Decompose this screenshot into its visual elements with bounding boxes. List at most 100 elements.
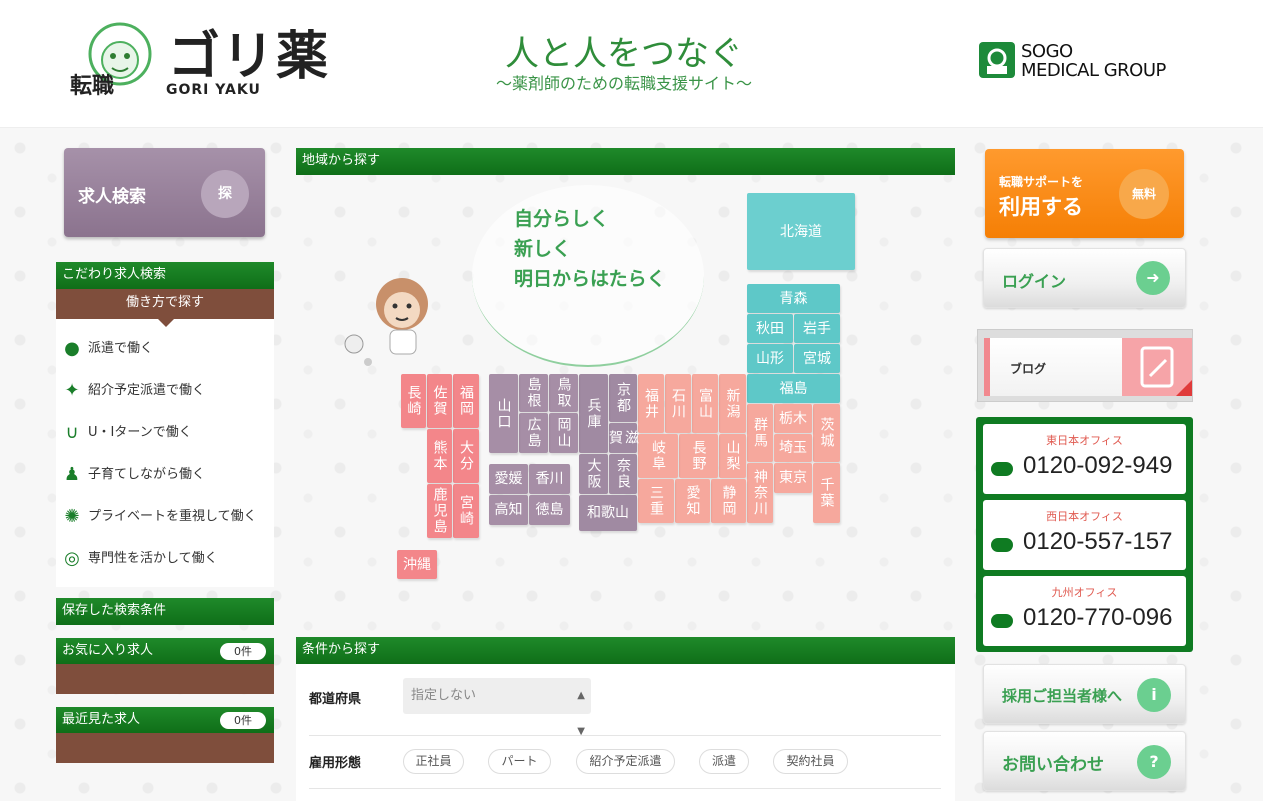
pref-niigata[interactable]: 新潟 — [719, 374, 746, 433]
person-icon: ● — [64, 338, 80, 359]
group-name[interactable]: SOGO MEDICAL GROUP — [1021, 42, 1166, 80]
login-icon: ➜ — [1136, 261, 1170, 295]
logo-badge: 転職 — [70, 73, 115, 99]
recent-panel[interactable]: 最近見た求人 0件 — [56, 707, 274, 763]
pref-tottori[interactable]: 鳥取 — [549, 374, 578, 412]
work-style-item[interactable]: ∪ U・Iターンで働く — [56, 412, 274, 454]
condition-search-header: 条件から探す — [296, 637, 955, 664]
pref-miyagi[interactable]: 宮城 — [794, 344, 840, 373]
pref-kagoshima[interactable]: 鹿児島 — [427, 484, 452, 538]
pref-shiga[interactable]: 滋賀 — [607, 423, 639, 453]
pref-kagawa[interactable]: 香川 — [529, 464, 570, 494]
office-phone-card[interactable]: 九州オフィス 0120-770-096 — [983, 576, 1186, 646]
pref-saitama[interactable]: 埼玉 — [774, 434, 812, 462]
pref-kumamoto[interactable]: 熊本 — [427, 429, 452, 483]
prefecture-select[interactable]: 指定しない ▲ ▼ — [403, 678, 591, 737]
pref-nara[interactable]: 奈良 — [609, 454, 637, 494]
pref-gifu[interactable]: 岐阜 — [638, 434, 678, 478]
pref-ibaraki[interactable]: 茨城 — [813, 404, 840, 462]
condition-search-body — [296, 664, 955, 801]
freedial-icon — [991, 538, 1013, 552]
blog-banner[interactable]: ブログ — [977, 329, 1193, 402]
pref-wakayama[interactable]: 和歌山 — [579, 495, 637, 531]
pref-yamagata[interactable]: 山形 — [747, 344, 793, 373]
saved-search-header[interactable]: 保存した検索条件 — [56, 598, 274, 625]
work-style-item[interactable]: ◎ 専門性を活かして働く — [56, 538, 274, 580]
pref-gunma[interactable]: 群馬 — [747, 404, 773, 462]
pref-shimane[interactable]: 島根 — [519, 374, 548, 412]
employment-chip[interactable]: 正社員 — [403, 749, 464, 774]
pref-aichi[interactable]: 愛知 — [675, 479, 710, 523]
pref-okinawa[interactable]: 沖縄 — [397, 550, 437, 579]
office-phone-card[interactable]: 東日本オフィス 0120-092-949 — [983, 424, 1186, 494]
pref-okayama[interactable]: 岡山 — [549, 413, 578, 453]
pref-fukushima[interactable]: 福島 — [747, 374, 840, 403]
pref-chiba[interactable]: 千葉 — [813, 463, 840, 523]
sogo-logo-icon[interactable] — [979, 42, 1015, 78]
free-badge: 無料 — [1119, 169, 1169, 219]
employment-chip[interactable]: 契約社員 — [773, 749, 848, 774]
pref-kochi[interactable]: 高知 — [489, 495, 528, 525]
select-arrow-icon: ▲ ▼ — [577, 690, 585, 737]
pref-label: 都道府県 — [309, 692, 362, 707]
pref-hyogo[interactable]: 兵庫 — [579, 374, 608, 453]
target-icon: ◎ — [64, 548, 80, 569]
pref-ishikawa[interactable]: 石川 — [665, 374, 691, 433]
pref-kanagawa[interactable]: 神奈川 — [747, 463, 773, 523]
info-icon: i — [1137, 678, 1171, 712]
question-icon: ? — [1137, 745, 1171, 779]
recent-count-badge: 0件 — [220, 712, 266, 729]
recruiter-button[interactable]: 採用ご担当者様へ i — [983, 664, 1186, 724]
divider — [309, 735, 941, 736]
pref-saga[interactable]: 佐賀 — [427, 374, 452, 428]
work-style-item[interactable]: ✦ 紹介予定派遣で働く — [56, 370, 274, 412]
tagline: 人と人をつなぐ — [505, 34, 743, 74]
pref-miyazaki[interactable]: 宮崎 — [453, 484, 479, 538]
pref-tochigi[interactable]: 栃木 — [774, 404, 812, 433]
career-support-button[interactable]: 転職サポートを 利用する 無料 — [985, 149, 1184, 238]
divider — [309, 788, 941, 789]
pref-yamanashi[interactable]: 山梨 — [719, 434, 746, 478]
employment-chip[interactable]: パート — [488, 749, 551, 774]
work-style-item[interactable]: ♟ 子育てしながら働く — [56, 454, 274, 496]
employment-chip[interactable]: 紹介予定派遣 — [576, 749, 675, 774]
pref-shizuoka[interactable]: 静岡 — [711, 479, 746, 523]
pref-toyama[interactable]: 富山 — [692, 374, 718, 433]
recent-body — [56, 733, 274, 763]
work-style-item[interactable]: ✺ プライベートを重視して働く — [56, 496, 274, 538]
logo-text[interactable]: ゴリ薬 — [168, 14, 330, 89]
pref-yamaguchi[interactable]: 山口 — [489, 374, 518, 453]
kodawari-title: こだわり求人検索 — [56, 262, 274, 289]
pref-hiroshima[interactable]: 広島 — [519, 413, 548, 453]
pref-tokushima[interactable]: 徳島 — [529, 495, 570, 525]
pref-hokkaido[interactable]: 北海道 — [747, 193, 855, 270]
favorites-panel[interactable]: お気に入り求人 0件 — [56, 638, 274, 694]
logo-english: GORI YAKU — [166, 82, 261, 98]
favorites-count-badge: 0件 — [220, 643, 266, 660]
contact-button[interactable]: お問い合わせ ? — [983, 731, 1186, 791]
recent-title: 最近見た求人 0件 — [56, 707, 274, 733]
pref-tokyo[interactable]: 東京 — [774, 463, 812, 493]
sparkle-icon: ✺ — [64, 506, 80, 527]
pref-iwate[interactable]: 岩手 — [794, 314, 840, 343]
pref-fukui[interactable]: 福井 — [638, 374, 664, 433]
pref-kyoto[interactable]: 京都 — [609, 374, 637, 422]
pref-nagasaki[interactable]: 長崎 — [401, 374, 426, 428]
favorites-body — [56, 664, 274, 694]
pref-mie[interactable]: 三重 — [638, 479, 674, 523]
bubble-text: 自分らしく 新しく 明日からはたらく — [514, 208, 666, 290]
pref-fukuoka[interactable]: 福岡 — [453, 374, 479, 428]
pref-osaka[interactable]: 大阪 — [579, 454, 608, 494]
pref-ehime[interactable]: 愛媛 — [489, 464, 528, 494]
pref-oita[interactable]: 大分 — [453, 429, 479, 483]
pref-nagano[interactable]: 長野 — [679, 434, 718, 478]
search-circle-icon: 探 — [201, 170, 249, 218]
job-search-button[interactable]: 求人検索 探 — [64, 148, 265, 237]
login-button[interactable]: ログイン ➜ — [983, 248, 1186, 308]
u-turn-icon: ∪ — [65, 422, 79, 443]
pref-aomori[interactable]: 青森 — [747, 284, 840, 313]
work-style-item[interactable]: ● 派遣で働く — [56, 328, 274, 370]
office-phone-card[interactable]: 西日本オフィス 0120-557-157 — [983, 500, 1186, 570]
employment-chip[interactable]: 派遣 — [699, 749, 749, 774]
pref-akita[interactable]: 秋田 — [747, 314, 793, 343]
